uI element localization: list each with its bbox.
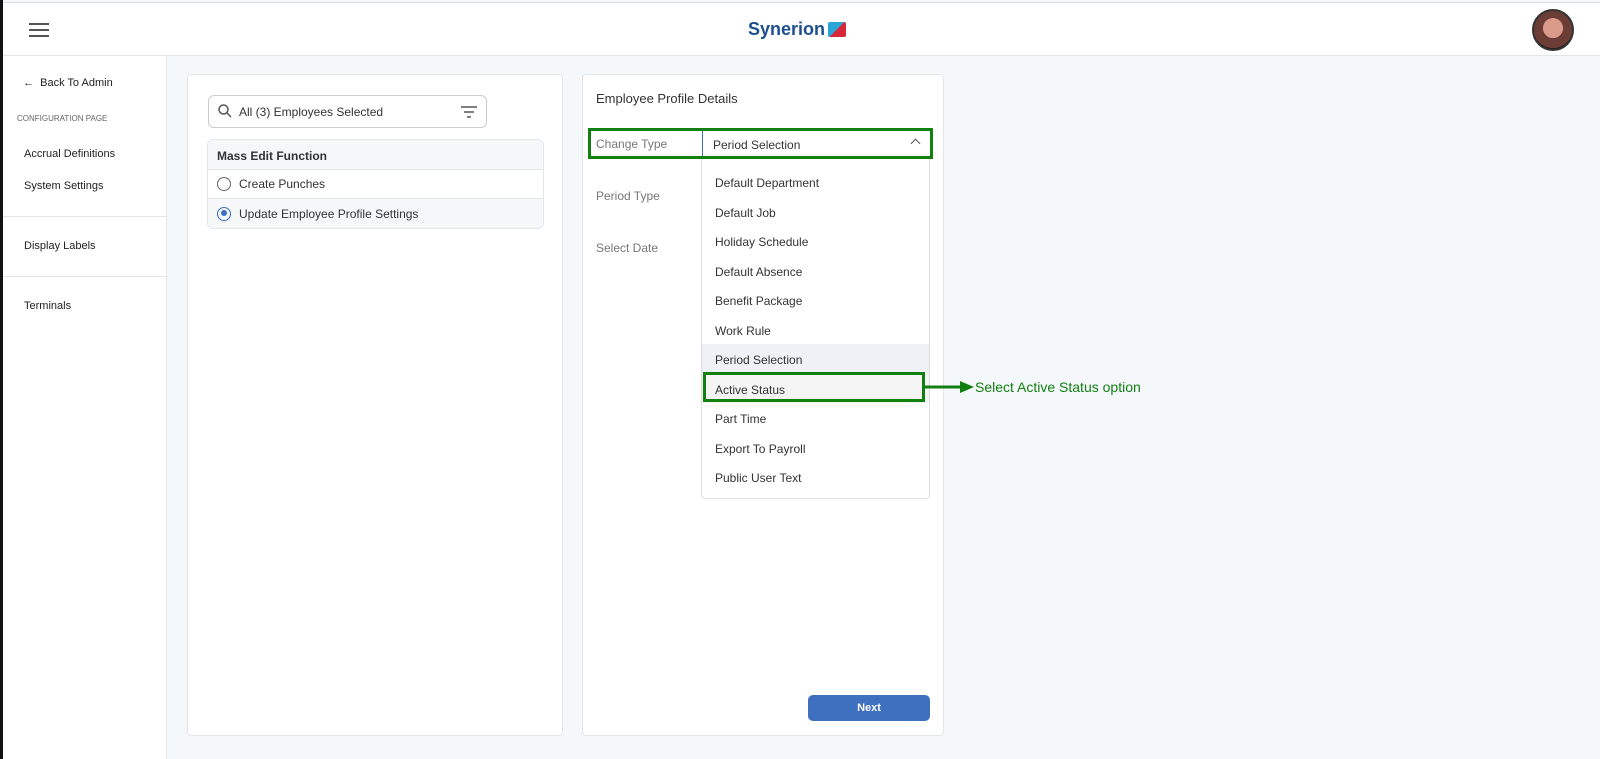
option-label: Create Punches (239, 177, 326, 191)
option-create-punches[interactable]: Create Punches (208, 170, 543, 199)
employee-search-input[interactable]: All (3) Employees Selected (208, 95, 487, 128)
back-to-admin-link[interactable]: ← Back To Admin (23, 77, 113, 89)
top-header: Synerion (3, 2, 1600, 56)
sidebar: ← Back To Admin CONFIGURATION PAGE Accru… (3, 56, 167, 759)
option-label: Update Employee Profile Settings (239, 206, 419, 221)
highlight-active-status (703, 372, 925, 402)
sidebar-item-terminals[interactable]: Terminals (24, 300, 71, 312)
filter-icon[interactable] (461, 105, 477, 119)
radio-unchecked-icon[interactable] (217, 177, 231, 191)
logo-text: Synerion (748, 19, 826, 39)
logo: Synerion (748, 19, 847, 40)
dropdown-option[interactable]: Work Rule (702, 315, 929, 345)
option-update-employee-profile[interactable]: Update Employee Profile Settings (208, 199, 543, 228)
annotation-text: Select Active Status option (975, 379, 1141, 395)
radio-checked-icon[interactable] (217, 206, 231, 221)
logo-mark-icon (828, 22, 847, 37)
mass-edit-function-panel: Mass Edit Function Create Punches Update… (207, 139, 544, 229)
employee-selection-card: All (3) Employees Selected Mass Edit Fun… (187, 74, 563, 736)
divider (3, 216, 166, 217)
period-type-label: Period Type (596, 189, 660, 203)
back-label: Back To Admin (40, 77, 113, 89)
avatar[interactable] (1532, 9, 1574, 51)
card-title: Employee Profile Details (596, 91, 738, 106)
change-type-dropdown: Default Department Default Job Holiday S… (701, 157, 930, 499)
arrow-left-icon: ← (23, 77, 34, 89)
dropdown-option[interactable]: Benefit Package (702, 285, 929, 315)
divider (3, 276, 166, 277)
dropdown-option[interactable]: Holiday Schedule (702, 226, 929, 256)
dropdown-option[interactable]: Default Absence (702, 256, 929, 286)
sidebar-item-display-labels[interactable]: Display Labels (24, 240, 96, 252)
dropdown-option[interactable]: Default Department (702, 167, 929, 197)
dropdown-option[interactable]: Export To Payroll (702, 433, 929, 463)
search-value: All (3) Employees Selected (239, 104, 384, 119)
select-date-label: Select Date (596, 241, 659, 255)
sidebar-item-system-settings[interactable]: System Settings (24, 180, 103, 192)
dropdown-option[interactable]: Part Time (702, 403, 929, 433)
menu-icon[interactable] (29, 23, 49, 37)
next-button[interactable]: Next (808, 695, 930, 721)
dropdown-option[interactable]: Public User Text (702, 462, 929, 492)
annotation-arrow-icon (922, 381, 974, 393)
mass-edit-title: Mass Edit Function (208, 140, 543, 170)
section-heading: CONFIGURATION PAGE (17, 114, 108, 123)
dropdown-option[interactable]: Default Job (702, 197, 929, 227)
highlight-change-type (588, 128, 933, 159)
dropdown-option-selected[interactable]: Period Selection (702, 344, 929, 374)
sidebar-item-accrual-definitions[interactable]: Accrual Definitions (24, 148, 115, 160)
search-icon (218, 104, 232, 118)
